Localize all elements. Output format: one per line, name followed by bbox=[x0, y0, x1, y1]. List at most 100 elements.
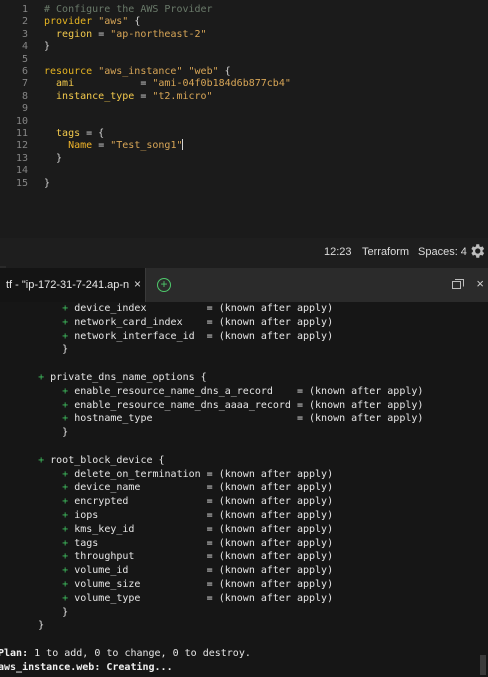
code-token: Name bbox=[44, 140, 93, 152]
code-editor[interactable]: 1 # Configure the AWS Provider 2 provider "… bbox=[0, 0, 488, 238]
code-token: = bbox=[134, 90, 153, 102]
plus-marker: + bbox=[62, 303, 75, 314]
terminal-text: } bbox=[62, 606, 69, 618]
code-token: "aws_instance" bbox=[98, 66, 183, 77]
terminal-line: + network_card_index = (known after appl… bbox=[14, 316, 333, 330]
terminal-line: + hostname_type = (known after apply) bbox=[14, 412, 423, 426]
terminal-tab-bar: tf - "ip-172-31-7-241.ap-n × + × bbox=[0, 268, 488, 302]
terminal-scrollbar[interactable] bbox=[480, 655, 486, 675]
terminal-line: + tags = (known after apply) bbox=[14, 537, 333, 551]
code-token: "aws" bbox=[98, 16, 129, 28]
code-token: = bbox=[74, 78, 153, 90]
plus-marker: + bbox=[62, 592, 75, 604]
terminal-text: aws_instance.web: Creating... bbox=[0, 661, 173, 673]
code-token: "t2.micro" bbox=[152, 90, 213, 102]
plus-marker: + bbox=[62, 496, 75, 508]
code-token: } bbox=[44, 41, 51, 53]
terminal-output[interactable]: + device_index = (known after apply) + n… bbox=[0, 302, 488, 677]
terminal-line: + volume_id = (known after apply) bbox=[14, 564, 333, 578]
close-panel-icon[interactable]: × bbox=[476, 276, 484, 291]
terminal-text: enable_resource_name_dns_aaaa_record = (… bbox=[74, 399, 424, 411]
code-line[interactable]: 15} bbox=[0, 177, 488, 191]
plus-circle-icon[interactable]: + bbox=[157, 278, 171, 292]
terminal-text: throughput = (known after apply) bbox=[74, 551, 334, 563]
terminal-text: } bbox=[62, 427, 69, 439]
terminal-line: + volume_size = (known after apply) bbox=[14, 578, 333, 592]
terminal-line: + encrypted = (known after apply) bbox=[14, 495, 333, 509]
terminal-text: iops = (known after apply) bbox=[74, 510, 334, 521]
code-token: "web" bbox=[188, 66, 219, 77]
terminal-line: + root_block_device { bbox=[14, 454, 165, 468]
plus-marker: + bbox=[62, 385, 75, 397]
plus-marker: + bbox=[62, 565, 75, 577]
terminal-text: Plan: 1 to add, 0 to change, 0 to destro… bbox=[0, 648, 251, 659]
plus-marker: + bbox=[62, 413, 75, 425]
code-token: resource bbox=[44, 66, 99, 77]
terminal-line: + volume_type = (known after apply) bbox=[14, 592, 333, 606]
terminal-text: private_dns_name_options { bbox=[50, 372, 207, 383]
plus-marker: + bbox=[62, 468, 75, 480]
gear-icon[interactable] bbox=[468, 242, 486, 260]
terminal-text: } bbox=[38, 620, 45, 632]
code-token: "ap-northeast-2" bbox=[110, 28, 207, 40]
code-token: { bbox=[218, 66, 231, 77]
terminal-text: root_block_device { bbox=[50, 454, 165, 466]
terminal-text: volume_size = (known after apply) bbox=[74, 579, 334, 590]
terminal-line: } bbox=[14, 426, 68, 440]
terminal-text: device_name = (known after apply) bbox=[74, 482, 334, 494]
terminal-text: device_index = (known after apply) bbox=[74, 303, 334, 314]
code-token: } bbox=[44, 152, 63, 164]
terminal-tab[interactable]: tf - "ip-172-31-7-241.ap-n × bbox=[0, 268, 146, 302]
code-text: } bbox=[44, 177, 50, 191]
code-token: tags bbox=[44, 128, 81, 139]
plus-marker: + bbox=[62, 316, 75, 328]
terminal-text: volume_type = (known after apply) bbox=[74, 592, 334, 604]
code-token: } bbox=[44, 177, 51, 189]
status-language[interactable]: Terraform bbox=[362, 246, 409, 258]
status-indentation[interactable]: Spaces: 4 bbox=[418, 246, 467, 258]
terminal-text: enable_resource_name_dns_a_record = (kno… bbox=[74, 385, 424, 397]
plus-marker: + bbox=[38, 454, 51, 466]
terminal-text: tags = (known after apply) bbox=[74, 537, 334, 549]
code-token: # Configure the AWS Provider bbox=[44, 4, 213, 15]
plus-marker: + bbox=[62, 523, 75, 535]
plus-marker: + bbox=[62, 482, 75, 494]
code-token: = bbox=[92, 28, 111, 40]
plus-marker: + bbox=[62, 551, 75, 563]
terminal-line: + device_name = (known after apply) bbox=[14, 481, 333, 495]
close-icon[interactable]: × bbox=[134, 277, 141, 291]
code-token: "Test_song1" bbox=[110, 140, 183, 152]
terminal-line: + private_dns_name_options { bbox=[14, 371, 207, 385]
code-token: "ami-04f0b184d6b877cb4" bbox=[152, 78, 291, 90]
code-token: ami bbox=[44, 78, 75, 90]
maximize-icon[interactable] bbox=[452, 279, 464, 289]
terminal-text: kms_key_id = (known after apply) bbox=[74, 523, 334, 535]
terminal-line: } bbox=[14, 343, 68, 357]
code-token: { bbox=[128, 16, 141, 28]
terminal-line: + throughput = (known after apply) bbox=[14, 550, 333, 564]
terminal-text: } bbox=[62, 344, 69, 356]
code-token: region bbox=[44, 28, 93, 40]
terminal-tab-label: tf - "ip-172-31-7-241.ap-n bbox=[6, 279, 130, 291]
terminal-line: + network_interface_id = (known after ap… bbox=[14, 330, 333, 344]
terminal-text: encrypted = (known after apply) bbox=[74, 496, 334, 508]
plus-marker: + bbox=[62, 399, 75, 411]
plus-marker: + bbox=[38, 372, 51, 383]
text-cursor bbox=[182, 139, 184, 151]
code-token: = { bbox=[80, 128, 105, 139]
plan-label: Plan: bbox=[0, 648, 29, 659]
